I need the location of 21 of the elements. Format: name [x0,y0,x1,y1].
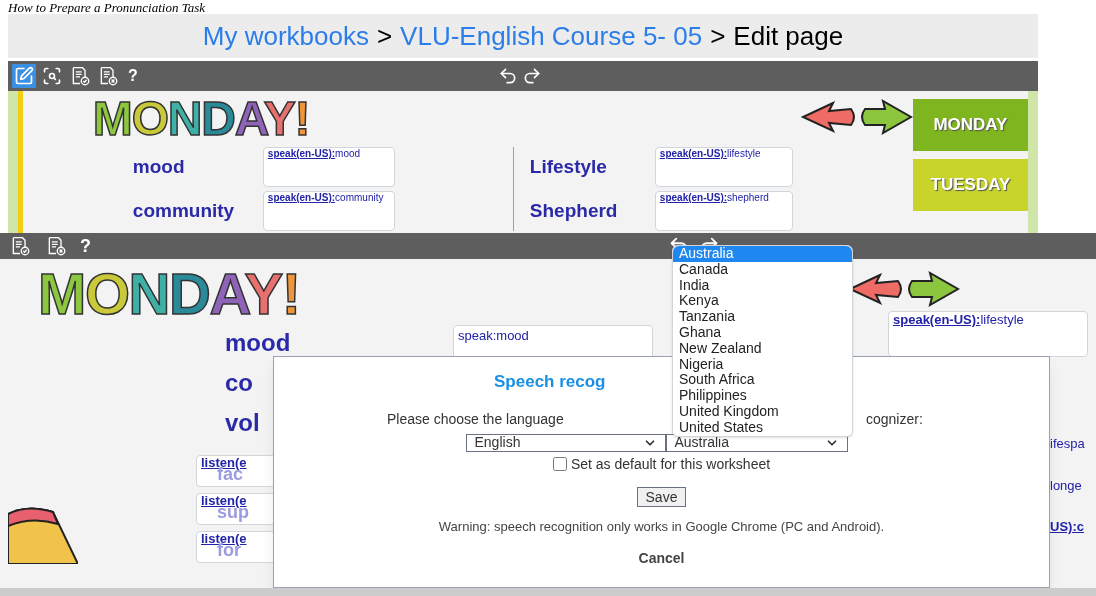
speak-tag: US):c [1050,517,1085,537]
vocabulary-word: mood [225,331,291,355]
dialog-prompt: Please choose the language [387,409,565,429]
vocabulary-word: community [132,198,236,223]
vocabulary-word: co [225,371,254,395]
dialog-prompt: cognizer: [866,409,923,429]
vocabulary-word: Lifestyle [529,154,608,179]
breadcrumb-separator: > [710,19,726,53]
vocabulary-word: Shepherd [529,198,619,223]
checkbox-label: Set as default for this worksheet [570,454,771,474]
dialog-title: Speech recog [494,371,606,393]
document-heading: How to Prepare a Pronunciation Task [8,0,206,14]
word-fragment: ifespa [1050,435,1085,453]
warning-text: Warning: speech recognition only works in Google Chrome (PC and Android). [438,517,885,536]
word-fragment: longe [1050,476,1083,495]
breadcrumb-current: Edit page [733,19,844,53]
breadcrumb-separator: > [376,19,393,53]
worksheet-title: MONDAY! [92,95,311,143]
worksheet-title: MONDAY! [38,265,300,323]
vocabulary-word: mood [132,154,186,179]
vocabulary-word: vol [225,411,261,435]
